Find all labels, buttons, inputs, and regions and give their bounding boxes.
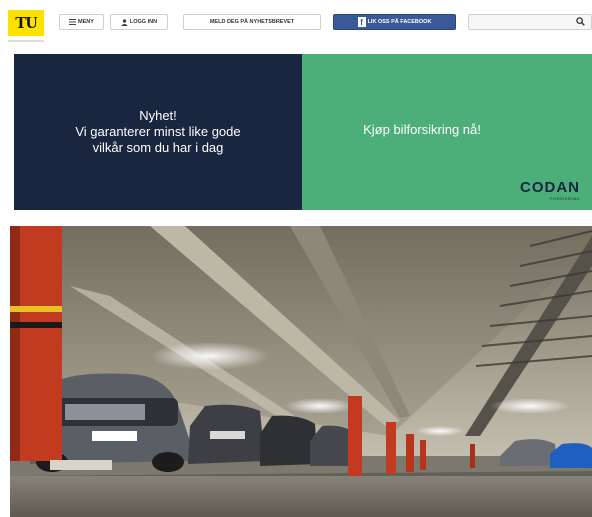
newsletter-label: MELD DEG PÅ NYHETSBREVET: [209, 19, 295, 25]
ad-brand-subtitle: FORSIKRING: [550, 196, 580, 201]
ad-left-panel: Nyhet! Vi garanterer minst like gode vil…: [14, 54, 302, 210]
facebook-icon: f: [357, 17, 366, 27]
ad-brand-logo: CODAN: [520, 179, 580, 196]
ad-line-2: vilkår som du har i dag: [92, 140, 224, 155]
site-logo[interactable]: TU: [8, 10, 44, 36]
newsletter-button[interactable]: MELD DEG PÅ NYHETSBREVET: [183, 14, 321, 30]
ad-call-to-action[interactable]: Kjøp bilforsikring nå!: [302, 122, 542, 137]
ad-right-panel: Kjøp bilforsikring nå! CODAN FORSIKRING: [302, 54, 592, 210]
menu-button[interactable]: MENY: [59, 14, 104, 30]
facebook-label: LIK OSS PÅ FACEBOOK: [367, 19, 432, 25]
article-hero-image[interactable]: [10, 226, 592, 517]
search-field[interactable]: [468, 14, 592, 30]
ad-line-1: Vi garanterer minst like gode: [75, 124, 241, 139]
user-icon: [121, 18, 128, 26]
parking-garage-photo: [10, 226, 592, 517]
advertisement-banner[interactable]: Nyhet! Vi garanterer minst like gode vil…: [14, 54, 592, 210]
ad-headline: Nyhet!: [139, 108, 177, 123]
logo-underline: [8, 40, 44, 42]
menu-icon: [69, 19, 77, 25]
top-navigation-bar: TU MENY LOGG INN MELD DEG PÅ NYHETSBREVE…: [0, 0, 592, 46]
facebook-like-button[interactable]: f LIK OSS PÅ FACEBOOK: [333, 14, 456, 30]
search-icon[interactable]: [576, 17, 585, 26]
logo-text: TU: [15, 13, 38, 32]
menu-label: MENY: [78, 19, 94, 25]
login-button[interactable]: LOGG INN: [110, 14, 168, 30]
login-label: LOGG INN: [129, 19, 158, 25]
